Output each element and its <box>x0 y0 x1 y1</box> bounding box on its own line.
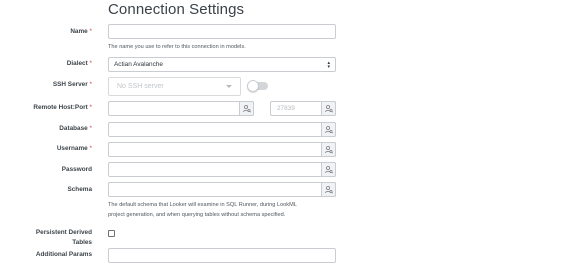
dialect-select[interactable]: Actian Avalanche ▴ ▾ <box>108 57 336 72</box>
toggle-knob <box>247 80 259 92</box>
remote-host-label: Remote Host:Port * <box>33 104 92 111</box>
schema-help-line1: The default schema that Looker will exam… <box>108 202 297 208</box>
name-label: Name * <box>70 28 92 35</box>
password-input[interactable] <box>108 162 336 177</box>
port-placeholder: 27839 <box>277 105 295 112</box>
user-lookup-icon <box>325 186 333 194</box>
user-lookup-icon <box>325 105 333 113</box>
database-lookup-button[interactable] <box>321 122 336 137</box>
port-input[interactable]: 27839 <box>270 101 336 116</box>
host-lookup-button[interactable] <box>239 101 254 116</box>
dialect-value: Actian Avalanche <box>114 61 163 68</box>
user-lookup-icon <box>325 166 333 174</box>
ssh-server-select[interactable]: No SSH server <box>108 77 241 96</box>
dialect-label: Dialect * <box>66 60 92 67</box>
database-label: Database * <box>59 125 92 132</box>
user-lookup-icon <box>325 126 333 134</box>
pdt-label: Persistent Derived Tables <box>0 228 92 248</box>
pdt-label-line2: Tables <box>72 239 92 246</box>
schema-lookup-button[interactable] <box>321 182 336 197</box>
password-label: Password <box>61 166 92 173</box>
name-help: The name you use to refer to this connec… <box>108 44 246 50</box>
username-lookup-button[interactable] <box>321 142 336 157</box>
schema-label: Schema <box>67 186 92 193</box>
username-input[interactable] <box>108 142 336 157</box>
database-input[interactable] <box>108 122 336 137</box>
pdt-checkbox[interactable] <box>108 230 115 237</box>
user-lookup-icon <box>325 146 333 154</box>
schema-input[interactable] <box>108 182 336 197</box>
additional-params-input[interactable] <box>108 248 336 263</box>
name-input[interactable] <box>108 24 336 39</box>
ssh-server-placeholder: No SSH server <box>117 83 164 90</box>
chevron-down-icon <box>226 85 232 88</box>
schema-help-line2: project generation, and when querying ta… <box>108 212 286 218</box>
ssh-toggle[interactable] <box>247 80 268 92</box>
ssh-server-label: SSH Server * <box>52 81 92 88</box>
remote-host-input[interactable] <box>108 101 254 116</box>
username-label: Username * <box>56 145 92 152</box>
additional-params-label: Additional Params <box>35 251 92 258</box>
password-lookup-button[interactable] <box>321 162 336 177</box>
port-lookup-button[interactable] <box>321 101 336 116</box>
page-title: Connection Settings <box>108 1 245 18</box>
pdt-label-line1: Persistent Derived <box>35 229 92 236</box>
up-down-arrows-icon: ▴ ▾ <box>327 60 330 70</box>
user-lookup-icon <box>243 105 251 113</box>
